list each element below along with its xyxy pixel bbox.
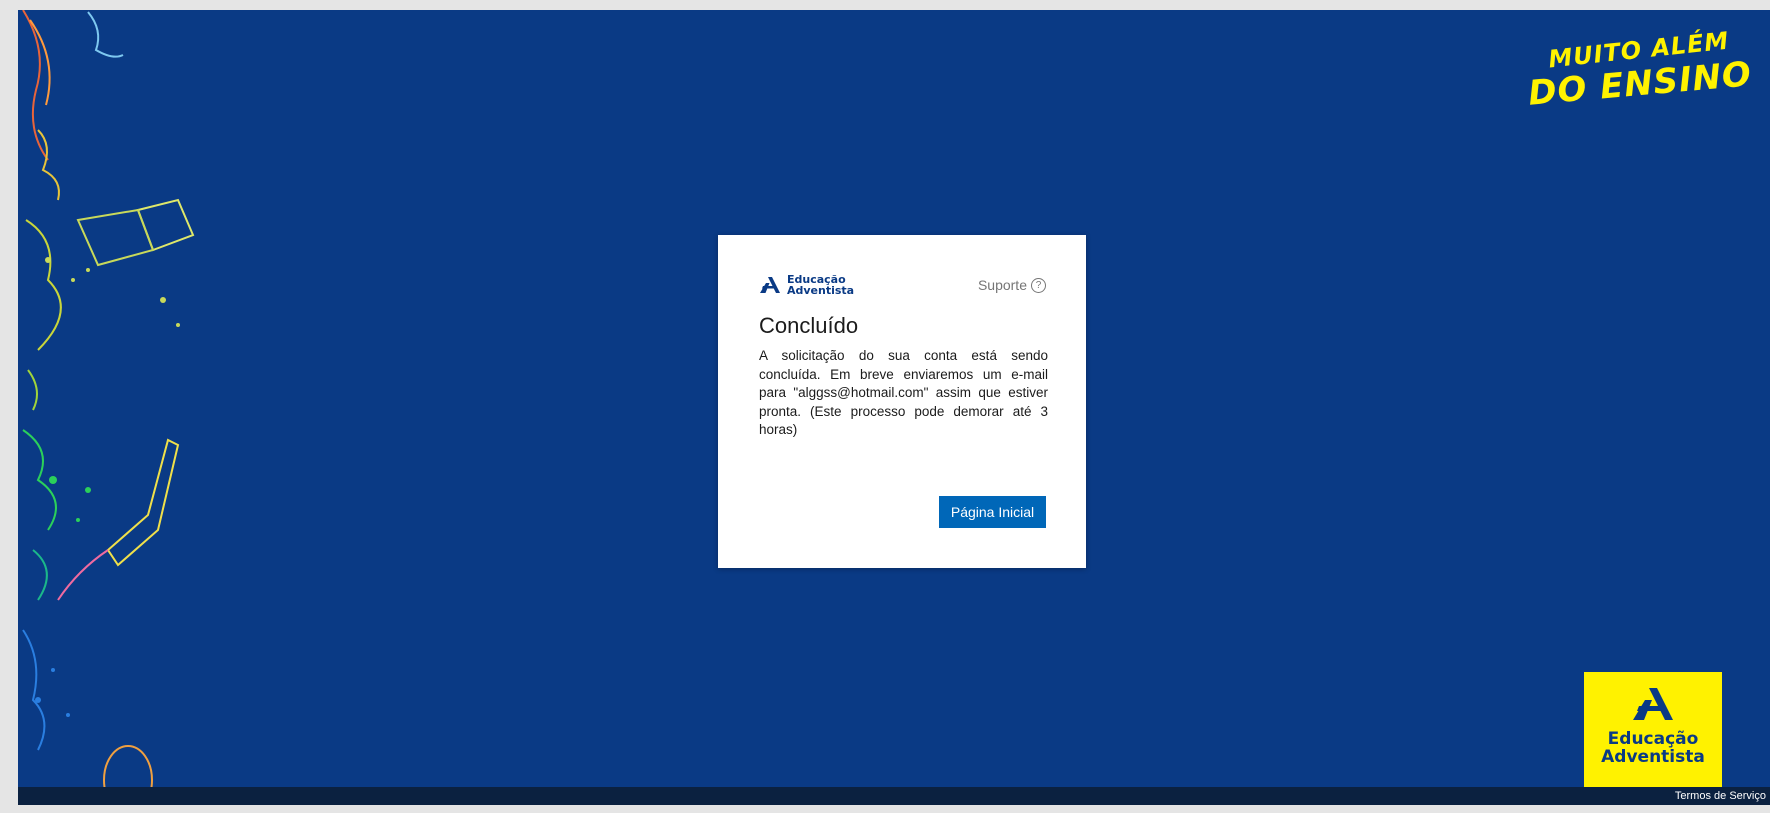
educacao-adventista-logo-icon	[760, 277, 780, 293]
card-message: A solicitação do sua conta está sendo co…	[759, 348, 1048, 437]
slogan: MUITO ALÉM DO ENSINO	[1527, 27, 1758, 114]
terms-of-service-link[interactable]: Termos de Serviço	[1675, 788, 1766, 804]
card-logo: Educação Adventista	[759, 274, 854, 296]
question-circle-icon: ?	[1031, 277, 1046, 293]
brand-badge-line1: Educação	[1607, 729, 1699, 749]
card-logo-text: Educação Adventista	[787, 274, 854, 296]
card-logo-line2: Adventista	[787, 284, 855, 297]
completion-card: Educação Adventista Suporte ? Concluído …	[718, 235, 1086, 568]
home-page-button[interactable]: Página Inicial	[939, 496, 1046, 528]
brand-badge-line2: Adventista	[1601, 747, 1705, 767]
footer-bar: Termos de Serviço	[18, 787, 1770, 805]
brand-badge: Educação Adventista	[1584, 672, 1722, 787]
decorative-illustration	[22, 10, 195, 805]
support-link[interactable]: Suporte ?	[978, 277, 1046, 293]
support-label: Suporte	[977, 277, 1027, 293]
educacao-adventista-logo-icon	[1633, 688, 1673, 720]
card-title: Concluído	[759, 313, 859, 338]
